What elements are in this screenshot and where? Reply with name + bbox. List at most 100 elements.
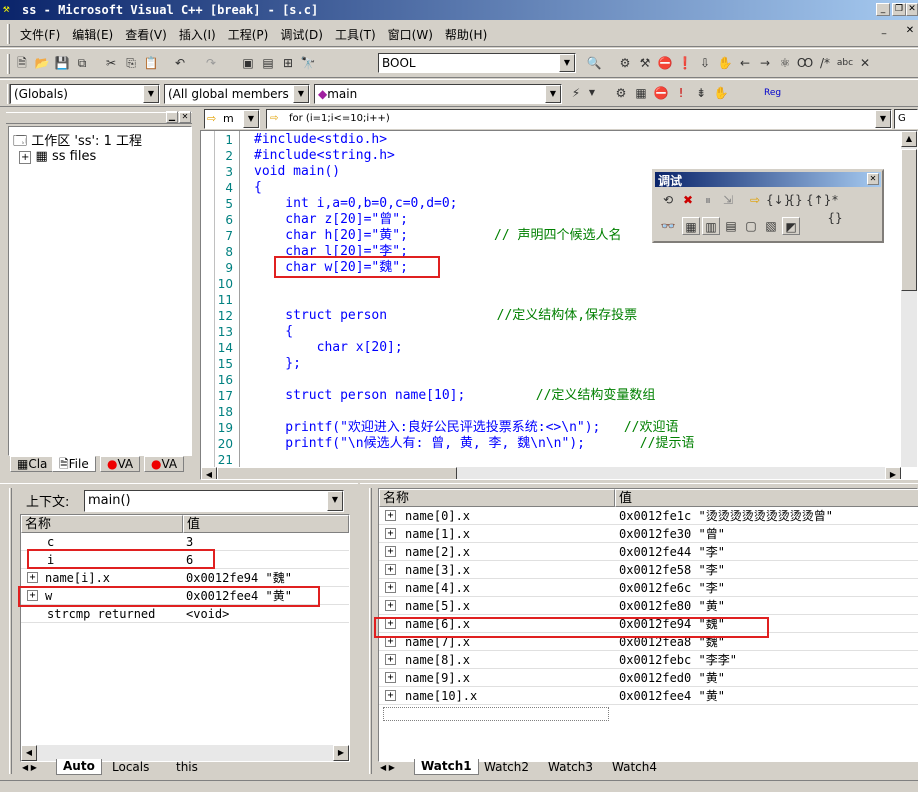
tab-nav-left[interactable]: ◀ ▶	[378, 760, 397, 776]
tab-auto[interactable]: Auto	[56, 759, 102, 775]
watch-value[interactable]: 0x0012fe1c "烫烫烫烫烫烫烫烫烫曾"	[619, 507, 833, 525]
scroll-thumb[interactable]	[217, 467, 457, 479]
watch-value[interactable]: 0x0012fee4 "黄"	[619, 687, 725, 705]
compile-icon[interactable]: ⚙	[616, 54, 634, 72]
save-all-icon[interactable]: ⧉	[73, 54, 91, 72]
expand-plus-icon[interactable]: +	[385, 654, 396, 665]
watch-row[interactable]: + name[5].x 0x0012fe80 "黄"	[379, 597, 918, 615]
chevron-down-icon[interactable]: ▼	[545, 85, 561, 103]
quickwatch-icon[interactable]: 👓	[659, 217, 677, 235]
show-next-statement-icon[interactable]: ⇨	[746, 191, 764, 209]
replace-icon[interactable]: Ꝏ	[796, 54, 814, 72]
restore-button[interactable]: ❐	[892, 3, 906, 16]
watch-window-icon[interactable]: ▦	[682, 217, 700, 235]
variables-window-icon[interactable]: ▥	[702, 217, 720, 235]
variable-value[interactable]: 0x0012fe94 "魏"	[186, 569, 292, 587]
expand-plus-icon[interactable]: +	[385, 690, 396, 701]
watch-value[interactable]: 0x0012fe6c "李"	[619, 579, 725, 597]
watch-row[interactable]: + name[9].x 0x0012fed0 "黄"	[379, 669, 918, 687]
step-out-icon[interactable]: {↑}	[806, 191, 831, 209]
tab-watch1[interactable]: Watch1	[414, 759, 479, 775]
expand-plus-icon[interactable]: +	[27, 572, 38, 583]
watch-row[interactable]: + name[10].x 0x0012fee4 "黄"	[379, 687, 918, 705]
menu-item[interactable]: 工程(P)	[222, 26, 275, 43]
find-in-files-icon[interactable]: 🔭	[299, 54, 317, 72]
workspace-minimize-button[interactable]: ▁	[166, 111, 178, 123]
tab-this[interactable]: this	[170, 760, 204, 776]
chevron-down-icon[interactable]: ▼	[327, 491, 343, 511]
tab-fileview[interactable]: 🗎File	[52, 456, 96, 472]
expand-plus-icon[interactable]: +	[385, 672, 396, 683]
scroll-right-icon[interactable]: ▶	[885, 467, 901, 479]
new-watch-slot[interactable]	[383, 707, 609, 721]
tab-va-2[interactable]: ●VA	[144, 456, 185, 472]
go-icon[interactable]: ⇩	[696, 54, 714, 72]
expand-plus-icon[interactable]: +	[385, 546, 396, 557]
editor-hscrollbar[interactable]: ◀ ▶	[201, 467, 901, 479]
stop-icon[interactable]: ⛔	[652, 84, 670, 102]
globals-combo[interactable]: (Globals) ▼	[10, 84, 160, 104]
reg-label[interactable]: Reg	[764, 88, 781, 98]
menu-item[interactable]: 插入(I)	[173, 26, 222, 43]
watch-value[interactable]: 0x0012febc "李李"	[619, 651, 737, 669]
minimize-button[interactable]: _	[876, 3, 890, 16]
menu-item[interactable]: 窗口(W)	[382, 26, 439, 43]
tab-nav-left[interactable]: ◀ ▶	[20, 760, 39, 776]
mdi-minimize-button[interactable]: _	[877, 25, 891, 38]
step-over-icon[interactable]: {}	[786, 191, 804, 209]
workspace-close-button[interactable]: ✕	[179, 111, 191, 123]
tab-classview[interactable]: ▦Cla	[10, 456, 55, 472]
function-combo[interactable]: ◆main ▼	[314, 84, 562, 104]
menu-item[interactable]: 编辑(E)	[66, 26, 119, 43]
variables-row[interactable]: strcmp returned <void>	[21, 605, 349, 623]
chevron-down-icon[interactable]: ▼	[293, 85, 309, 103]
call-stack-window-icon[interactable]: ▧	[762, 217, 780, 235]
expand-plus-icon[interactable]: +	[385, 510, 396, 521]
paste-icon[interactable]: 📋	[142, 54, 160, 72]
watch-value[interactable]: 0x0012fe58 "李"	[619, 561, 725, 579]
stop-build-icon[interactable]: ⛔	[656, 54, 674, 72]
close-window-button[interactable]: ✕	[906, 3, 918, 16]
chevron-down-icon[interactable]: ▼	[559, 54, 575, 72]
rebuild-icon[interactable]: ⚙	[612, 84, 630, 102]
scroll-thumb[interactable]	[901, 149, 917, 291]
chevron-down-icon[interactable]: ▼	[875, 110, 891, 128]
variable-value[interactable]: <void>	[186, 605, 229, 623]
window-list-icon[interactable]: ⊞	[279, 54, 297, 72]
expand-plus-icon[interactable]: +	[385, 582, 396, 593]
open-folder-icon[interactable]: 📂	[33, 54, 51, 72]
tab-locals[interactable]: Locals	[106, 760, 155, 776]
breakpoint-icon[interactable]: ✋	[716, 54, 734, 72]
new-file-icon[interactable]: 🗎	[13, 54, 31, 72]
forward-icon[interactable]: →	[756, 54, 774, 72]
copy-icon[interactable]: ⎘	[122, 54, 140, 72]
watch-value[interactable]: 0x0012fe44 "李"	[619, 543, 725, 561]
members-combo[interactable]: (All global members ▼	[164, 84, 310, 104]
disassembly-window-icon[interactable]: ◩	[782, 217, 800, 235]
restart-icon[interactable]: ⟲	[659, 191, 677, 209]
tab-watch2[interactable]: Watch2	[478, 760, 535, 776]
run-to-cursor-icon[interactable]: *{}	[826, 191, 844, 225]
watch-row[interactable]: + name[1].x 0x0012fe30 "曾"	[379, 525, 918, 543]
exclaim-icon[interactable]: !	[672, 84, 690, 102]
watch-row[interactable]: + name[0].x 0x0012fe1c "烫烫烫烫烫烫烫烫烫曾"	[379, 507, 918, 525]
output-toggle-icon[interactable]: ▤	[259, 54, 277, 72]
step-icon[interactable]: ⇟	[692, 84, 710, 102]
editor-vscrollbar[interactable]: ▲	[901, 131, 917, 467]
watch-value[interactable]: 0x0012fe30 "曾"	[619, 525, 725, 543]
comment-icon[interactable]: /*	[816, 54, 834, 72]
editor-combo-right[interactable]: G	[894, 109, 918, 129]
scroll-left-icon[interactable]: ◀	[201, 467, 217, 479]
expand-plus-icon[interactable]: +	[385, 528, 396, 539]
expand-plus-icon[interactable]: +	[385, 600, 396, 611]
watch-col-name[interactable]: 名称	[379, 489, 615, 507]
registers-window-icon[interactable]: ▤	[722, 217, 740, 235]
stop-debugging-icon[interactable]: ✖	[679, 191, 697, 209]
mdi-close-button[interactable]: ✕	[903, 25, 917, 38]
expand-plus-icon[interactable]: +	[385, 564, 396, 575]
debug-toolbar-title-bar[interactable]: 调试 ✕	[655, 172, 881, 188]
scroll-right-icon[interactable]: ▶	[333, 745, 349, 761]
memory-window-icon[interactable]: ▢	[742, 217, 760, 235]
execute-icon[interactable]: ❗	[676, 54, 694, 72]
watch-row[interactable]: + name[3].x 0x0012fe58 "李"	[379, 561, 918, 579]
